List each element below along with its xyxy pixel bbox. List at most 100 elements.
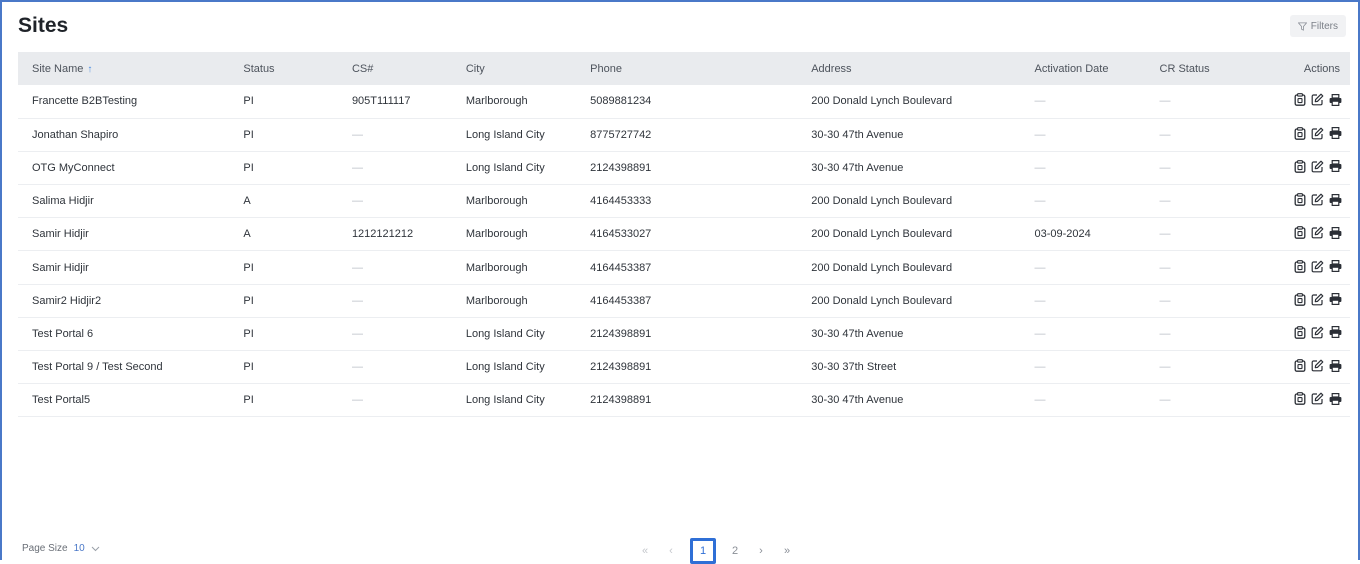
cs-number-cell: 905T111117: [351, 95, 411, 108]
clipboard-icon[interactable]: [1294, 193, 1306, 209]
status-cell: A: [243, 228, 251, 241]
address-cell: 200 Donald Lynch Boulevard: [811, 228, 953, 241]
edit-icon[interactable]: [1311, 293, 1324, 309]
clipboard-icon[interactable]: [1294, 259, 1306, 276]
edit-icon[interactable]: [1311, 260, 1324, 276]
col-status[interactable]: Status: [229, 52, 338, 85]
clipboard-icon[interactable]: [1294, 226, 1306, 242]
table-row[interactable]: Samir Hidjir PI — Marlborough 4164453387 200 …: [18, 251, 1350, 285]
actions-cell: [1275, 284, 1350, 317]
print-icon[interactable]: [1329, 326, 1342, 341]
clipboard-icon[interactable]: [1294, 160, 1306, 176]
page-title: Sites: [18, 14, 69, 37]
col-city[interactable]: City: [452, 52, 576, 85]
print-icon[interactable]: [1329, 193, 1342, 209]
activation-date-cell: —: [1034, 161, 1046, 174]
city-cell: Marlborough: [465, 228, 528, 241]
col-phone[interactable]: Phone: [576, 52, 797, 85]
table-row[interactable]: Test Portal5 PI — Long Island City 212439889…: [18, 384, 1350, 417]
clipboard-icon[interactable]: [1294, 93, 1306, 109]
chevron-down-icon[interactable]: [91, 546, 100, 552]
clipboard-icon[interactable]: [1294, 326, 1306, 342]
phone-cell: 4164533027: [590, 228, 652, 241]
activation-date-cell: —: [1034, 261, 1046, 274]
activation-date-cell: —: [1034, 195, 1046, 208]
table-row[interactable]: Test Portal 9 / Test Second PI — Long Islan…: [18, 351, 1350, 384]
cr-status-cell: —: [1159, 261, 1171, 274]
edit-icon[interactable]: [1311, 359, 1324, 375]
cs-number-cell: —: [351, 261, 363, 274]
actions-cell: [1275, 384, 1350, 417]
activation-date-cell: —: [1034, 294, 1046, 307]
table-row[interactable]: Samir2 Hidjir2 PI — Marlborough 4164453387 20…: [18, 284, 1350, 318]
prev-page-button[interactable]: ‹: [658, 545, 684, 557]
cr-status-cell: —: [1159, 228, 1171, 241]
col-actions: Actions: [1303, 62, 1340, 75]
table-row[interactable]: Jonathan Shapiro PI — Long Island City 87757…: [18, 118, 1350, 152]
first-page-button[interactable]: «: [632, 545, 658, 557]
edit-icon[interactable]: [1311, 226, 1324, 242]
clipboard-icon[interactable]: [1294, 359, 1306, 375]
col-cs-number[interactable]: CS#: [338, 52, 452, 85]
print-icon[interactable]: [1329, 260, 1342, 275]
col-activation-date[interactable]: Activation Date: [1020, 52, 1145, 85]
city-cell: Long Island City: [465, 394, 545, 407]
address-cell: 200 Donald Lynch Boulevard: [811, 294, 953, 307]
city-cell: Long Island City: [465, 128, 545, 141]
status-cell: PI: [243, 261, 254, 274]
status-cell: PI: [243, 361, 254, 374]
status-cell: PI: [243, 95, 254, 108]
col-cr-status[interactable]: CR Status: [1146, 52, 1275, 85]
page-button-1[interactable]: 1: [690, 538, 716, 564]
edit-icon[interactable]: [1311, 392, 1324, 408]
address-cell: 30-30 47th Avenue: [811, 128, 904, 141]
clipboard-icon[interactable]: [1294, 392, 1306, 408]
print-icon[interactable]: [1329, 226, 1342, 242]
sort-ascending-icon[interactable]: ↑: [87, 64, 92, 75]
address-cell: 30-30 47th Avenue: [811, 161, 904, 174]
table-header-row: Site Name ↑ Status CS# City Phone Address…: [18, 52, 1350, 85]
actions-cell: [1275, 185, 1350, 218]
print-icon[interactable]: [1329, 392, 1342, 408]
col-site-name[interactable]: Site Name ↑: [18, 52, 229, 85]
table-row[interactable]: OTG MyConnect PI — Long Island City 21243988…: [18, 151, 1350, 185]
table-row[interactable]: Francette B2BTesting PI 905T111117 Marlboro…: [18, 85, 1350, 119]
address-cell: 200 Donald Lynch Boulevard: [811, 261, 953, 274]
print-icon[interactable]: [1329, 293, 1342, 308]
table-row[interactable]: Salima Hidjir A — Marlborough 4164453333 200 …: [18, 185, 1350, 218]
page-size-value[interactable]: 10: [74, 543, 85, 554]
edit-icon[interactable]: [1311, 326, 1324, 342]
next-page-button[interactable]: ›: [748, 545, 774, 557]
edit-icon[interactable]: [1311, 193, 1324, 209]
city-cell: Marlborough: [465, 95, 528, 108]
col-address[interactable]: Address: [797, 52, 1020, 85]
page-button-2[interactable]: 2: [722, 545, 748, 557]
cr-status-cell: —: [1159, 128, 1171, 141]
actions-cell: [1275, 218, 1350, 251]
print-icon[interactable]: [1329, 359, 1342, 375]
clipboard-icon[interactable]: [1294, 126, 1306, 143]
filters-button[interactable]: Filters: [1289, 15, 1346, 37]
table-row[interactable]: Test Portal 6 PI — Long Island City 21243988…: [18, 317, 1350, 351]
cr-status-cell: —: [1159, 327, 1171, 340]
status-cell: PI: [243, 128, 254, 141]
edit-icon[interactable]: [1311, 127, 1324, 143]
edit-icon[interactable]: [1311, 160, 1324, 176]
page-size-control[interactable]: Page Size 10: [22, 543, 100, 554]
clipboard-icon[interactable]: [1294, 292, 1306, 309]
site-name-cell: Francette B2BTesting: [32, 95, 138, 108]
cs-number-cell: —: [351, 128, 363, 141]
edit-icon[interactable]: [1311, 93, 1324, 109]
address-cell: 30-30 47th Avenue: [811, 327, 904, 340]
table-row[interactable]: Samir Hidjir A 1212121212 Marlborough 416453…: [18, 218, 1350, 251]
phone-cell: 8775727742: [590, 128, 652, 141]
print-icon[interactable]: [1329, 160, 1342, 175]
last-page-button[interactable]: »: [774, 545, 800, 557]
activation-date-cell: 03-09-2024: [1034, 228, 1091, 241]
print-icon[interactable]: [1329, 127, 1342, 142]
print-icon[interactable]: [1329, 93, 1342, 109]
phone-cell: 4164453387: [590, 261, 652, 274]
page-size-label: Page Size: [22, 543, 68, 554]
address-cell: 30-30 37th Street: [811, 361, 897, 374]
address-cell: 30-30 47th Avenue: [811, 394, 904, 407]
